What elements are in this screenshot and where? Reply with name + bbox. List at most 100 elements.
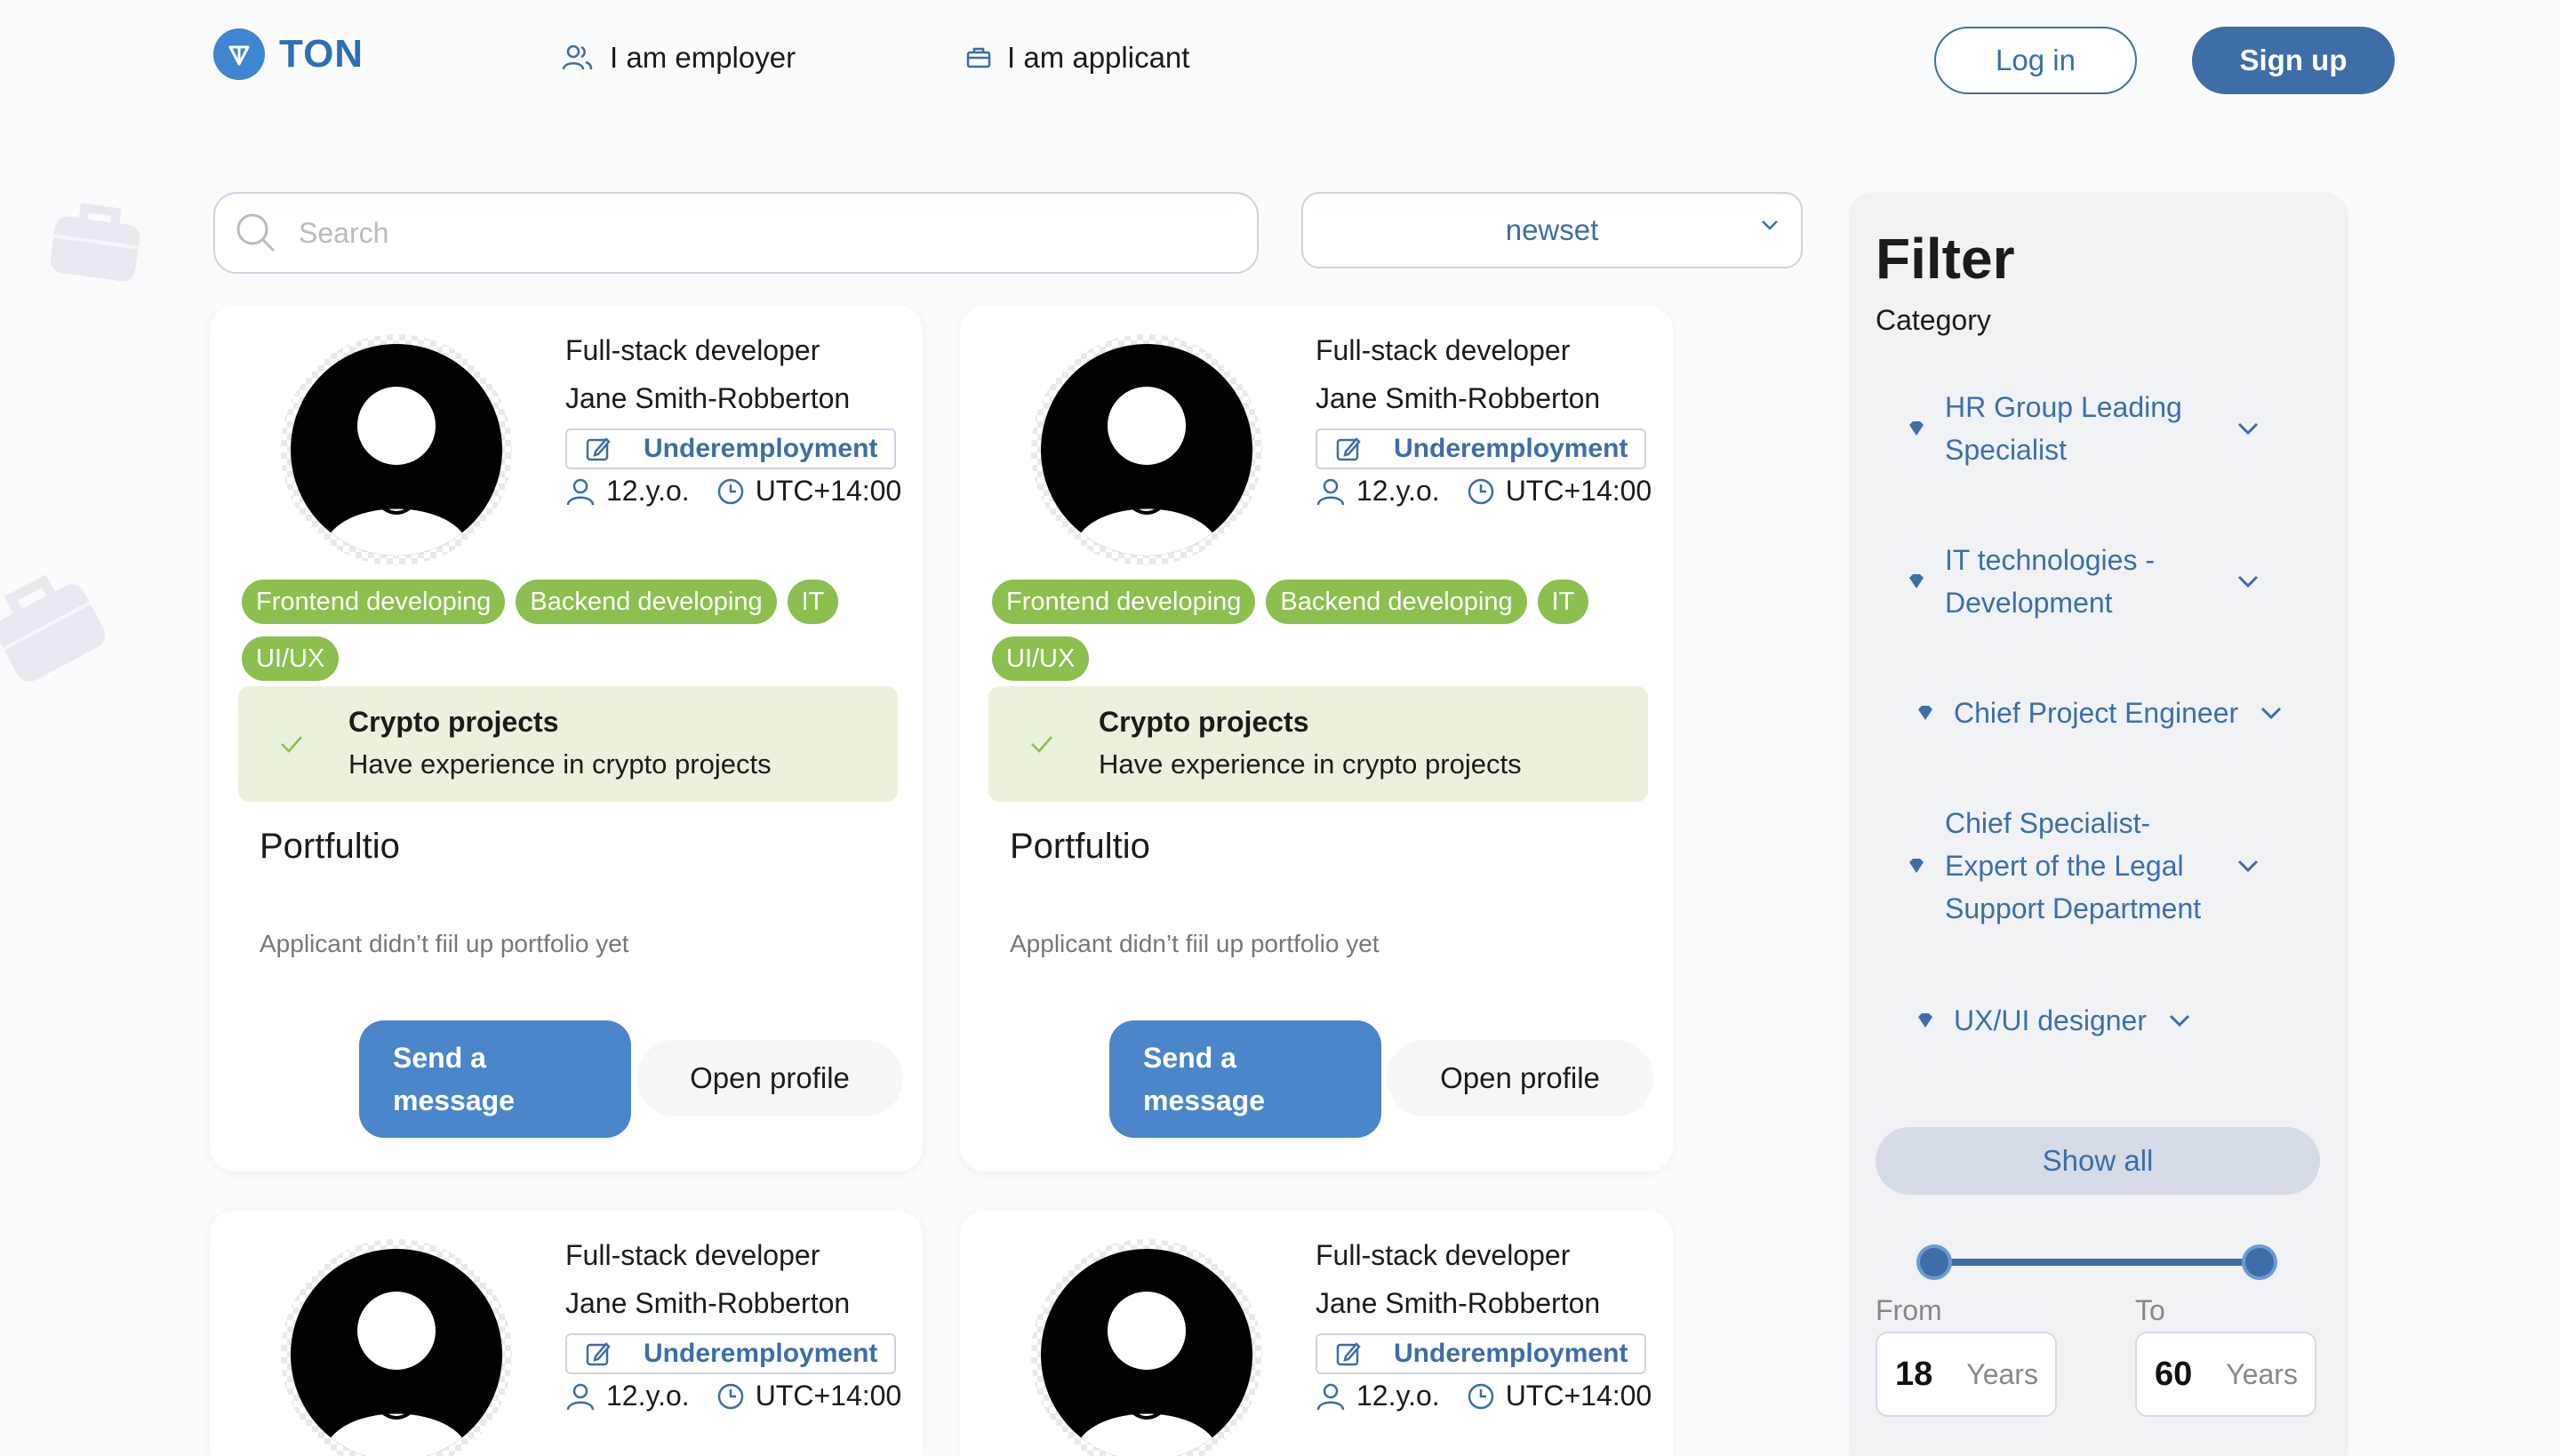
search-box[interactable]	[213, 192, 1259, 274]
category-item[interactable]: Chief Project Engineer	[1916, 692, 2283, 734]
applicant-card: Full-stack developer Jane Smith-Robberto…	[210, 306, 923, 1172]
sort-selected-value: newset	[1505, 213, 1599, 246]
employment-status-badge: Underemployment	[1316, 428, 1646, 469]
briefcase-decoration-icon	[0, 574, 105, 682]
check-icon	[281, 736, 302, 753]
sort-select[interactable]: newset	[1301, 192, 1803, 268]
category-item[interactable]: IT technologies - Development	[1908, 539, 2260, 624]
chevron-down-icon	[2169, 1014, 2190, 1028]
skill-tag: UI/UX	[992, 636, 1090, 681]
chevron-down-icon	[2237, 860, 2259, 873]
category-label: Category	[1876, 304, 1991, 336]
applicant-name: Jane Smith-Robberton	[1316, 382, 1601, 414]
category-label: IT technologies - Development	[1945, 544, 2155, 619]
clock-icon	[1468, 1383, 1493, 1409]
user-avatar-icon	[1073, 387, 1220, 556]
filter-title: Filter	[1876, 227, 2015, 291]
send-message-button[interactable]: Send a message	[359, 1020, 631, 1138]
portfolio-title: Portfultio	[1010, 827, 1150, 866]
employment-status-label: Underemployment	[644, 1339, 878, 1368]
employment-status-label: Underemployment	[644, 434, 878, 463]
avatar	[1031, 1239, 1262, 1456]
applicant-role: Full-stack developer	[1316, 334, 1571, 366]
diamond-icon	[1918, 1013, 1932, 1028]
skill-tag: Backend developing	[516, 580, 777, 624]
age-to-value: 60	[2155, 1355, 2193, 1393]
clock-icon	[1468, 478, 1493, 504]
chevron-down-icon	[2237, 575, 2259, 588]
filter-panel: Filter Category HR Group Leading Special…	[1849, 192, 2348, 1456]
crypto-title: Crypto projects	[1099, 706, 1309, 738]
edit-icon	[1336, 1342, 1361, 1366]
nav-applicant[interactable]: I am applicant	[966, 41, 1189, 75]
nav-employer[interactable]: I am employer	[562, 41, 796, 75]
category-item[interactable]: Chief Specialist-Expert of the Legal Sup…	[1908, 802, 2260, 930]
applicant-card: Full-stack developer Jane Smith-Robberto…	[960, 1211, 1673, 1456]
category-label: Chief Specialist-Expert of the Legal Sup…	[1945, 807, 2202, 924]
employment-status-badge: Underemployment	[565, 428, 896, 469]
clock-icon	[717, 1383, 743, 1409]
skill-tags: Frontend developing Backend developing I…	[242, 580, 864, 681]
users-icon	[562, 44, 593, 70]
nav-employer-label: I am employer	[610, 41, 796, 74]
briefcase-icon	[966, 47, 991, 68]
applicant-card: Full-stack developer Jane Smith-Robberto…	[210, 1211, 923, 1456]
category-label: Chief Project Engineer	[1954, 697, 2239, 729]
applicant-name: Jane Smith-Robberton	[565, 1287, 851, 1319]
signup-button[interactable]: Sign up	[2192, 27, 2395, 94]
open-profile-button[interactable]: Open profile	[1387, 1040, 1653, 1116]
applicant-age: 12.y.o.	[1356, 475, 1440, 507]
applicant-meta: 12.y.o. UTC+14:00	[565, 475, 901, 508]
applicant-age: 12.y.o.	[1356, 1380, 1440, 1412]
portfolio-title: Portfultio	[260, 827, 400, 866]
avatar	[1031, 334, 1262, 565]
crypto-description: Have experience in crypto projects	[1099, 748, 1522, 780]
skill-tag: Frontend developing	[992, 580, 1256, 624]
nav-applicant-label: I am applicant	[1007, 41, 1190, 74]
category-item[interactable]: UX/UI designer	[1916, 999, 2191, 1042]
login-button[interactable]: Log in	[1934, 27, 2137, 94]
user-avatar-icon	[1073, 1292, 1220, 1456]
chevron-down-icon	[2261, 707, 2282, 720]
age-range-min-handle[interactable]	[1916, 1244, 1952, 1280]
age-to-field[interactable]: 60 Years	[2135, 1332, 2316, 1417]
search-input[interactable]	[299, 216, 1099, 250]
clock-icon	[717, 478, 743, 504]
age-to-unit: Years	[2226, 1357, 2298, 1390]
to-label: To	[2135, 1294, 2165, 1326]
from-label: From	[1876, 1294, 1942, 1326]
crypto-description: Have experience in crypto projects	[348, 748, 772, 780]
category-item[interactable]: HR Group Leading Specialist	[1908, 386, 2260, 471]
open-profile-button[interactable]: Open profile	[636, 1040, 903, 1116]
diamond-icon	[1909, 859, 1924, 873]
applicant-role: Full-stack developer	[565, 334, 820, 366]
employment-status-badge: Underemployment	[565, 1333, 896, 1374]
employment-status-badge: Underemployment	[1316, 1333, 1646, 1374]
age-range-max-handle[interactable]	[2242, 1244, 2277, 1280]
skill-tags: Frontend developing Backend developing I…	[992, 580, 1614, 681]
crypto-experience: Crypto projects Have experience in crypt…	[988, 686, 1648, 802]
edit-icon	[586, 1342, 611, 1366]
age-range-track[interactable]	[1934, 1259, 2260, 1266]
skill-tag: UI/UX	[242, 636, 340, 681]
logo[interactable]: TON	[213, 28, 364, 80]
skill-tag: IT	[787, 580, 839, 624]
applicant-timezone: UTC+14:00	[755, 475, 902, 507]
user-icon	[1316, 1383, 1345, 1410]
user-icon	[1316, 478, 1345, 505]
age-from-value: 18	[1895, 1355, 1933, 1393]
portfolio-empty-text: Applicant didn’t fiil up portfolio yet	[260, 930, 629, 957]
applicant-timezone: UTC+14:00	[755, 1380, 902, 1412]
employment-status-label: Underemployment	[1394, 1339, 1628, 1368]
applicant-meta: 12.y.o. UTC+14:00	[1316, 1380, 1652, 1412]
edit-icon	[586, 437, 611, 461]
user-avatar-icon	[323, 1292, 470, 1456]
applicant-meta: 12.y.o. UTC+14:00	[565, 1380, 901, 1412]
send-message-button[interactable]: Send a message	[1109, 1020, 1381, 1138]
ton-logo-icon	[213, 28, 265, 80]
applicant-timezone: UTC+14:00	[1505, 475, 1652, 507]
search-icon	[236, 213, 276, 252]
age-from-field[interactable]: 18 Years	[1876, 1332, 2057, 1417]
show-all-button[interactable]: Show all	[1876, 1127, 2320, 1195]
applicant-age: 12.y.o.	[606, 475, 690, 507]
